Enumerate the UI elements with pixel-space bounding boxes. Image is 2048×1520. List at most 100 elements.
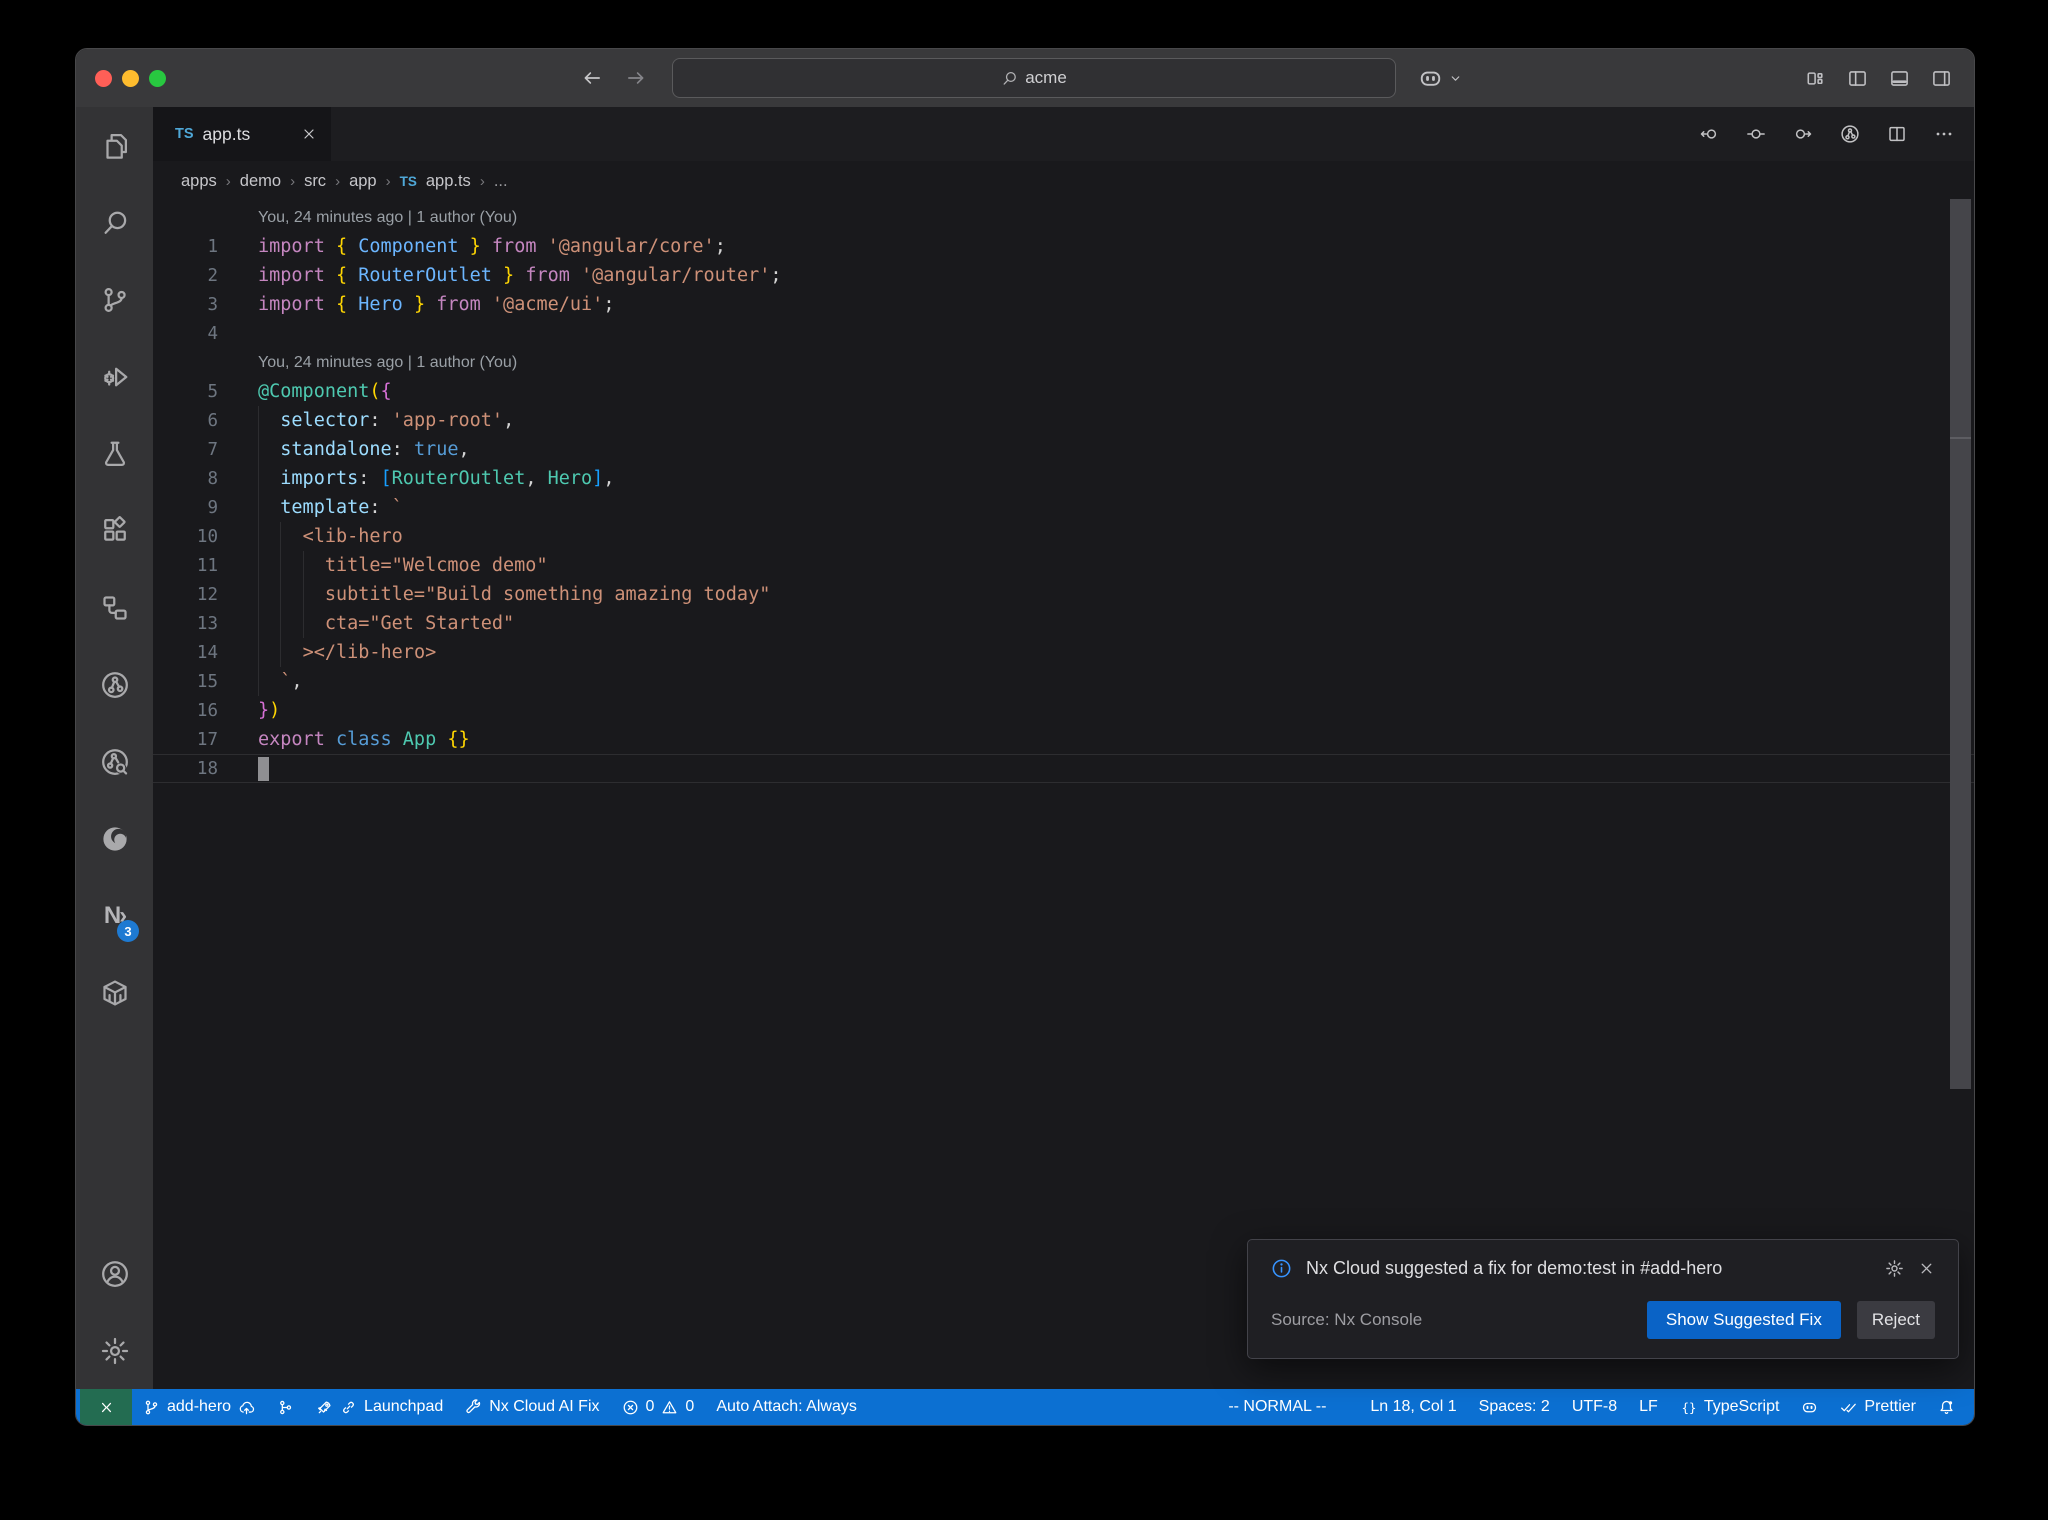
activity-nx-projects[interactable] (76, 646, 153, 723)
rocket-icon (316, 1399, 333, 1416)
activity-settings[interactable] (76, 1312, 153, 1389)
toggle-panel-button-icon[interactable] (1889, 68, 1910, 89)
status-formatter[interactable]: Prettier (1829, 1389, 1927, 1425)
breadcrumb-item-src[interactable]: src (304, 172, 326, 191)
code-line-13[interactable]: 13 cta="Get Started" (153, 609, 1974, 638)
code-line-15[interactable]: 15 `, (153, 667, 1974, 696)
status-remote-indicator[interactable] (80, 1389, 132, 1425)
code-line-11[interactable]: 11 title="Welcmoe demo" (153, 551, 1974, 580)
activity-source-control[interactable] (76, 261, 153, 338)
code-line-18[interactable]: 18 (153, 754, 1974, 783)
search-value: acme (1025, 68, 1067, 87)
status-encoding[interactable]: UTF-8 (1561, 1389, 1628, 1425)
code-editor[interactable]: You, 24 minutes ago | 1 author (You) 1 imp… (153, 201, 1974, 1389)
command-center-search[interactable]: acme (672, 58, 1396, 98)
activity-project-structure[interactable] (76, 569, 153, 646)
status-launchpad[interactable]: Launchpad (305, 1389, 454, 1425)
code-line-2[interactable]: 2 import { RouterOutlet } from '@angular/… (153, 261, 1974, 290)
change-indicator-icon[interactable] (1746, 124, 1766, 144)
bell-dot-icon (1938, 1399, 1955, 1416)
code-line-1[interactable]: 1 import { Component } from '@angular/cor… (153, 232, 1974, 261)
activity-nx-graph-search[interactable] (76, 723, 153, 800)
code-line-8[interactable]: 8 imports: [RouterOutlet, Hero], (153, 464, 1974, 493)
line-number: 17 (196, 729, 218, 750)
status-indentation[interactable]: Spaces: 2 (1468, 1389, 1561, 1425)
breadcrumb-symbol-tail[interactable]: ... (494, 172, 508, 191)
explorer-icon (100, 131, 130, 161)
activity-run-and-debug[interactable] (76, 338, 153, 415)
testing-icon (100, 439, 130, 469)
activity-testing[interactable] (76, 415, 153, 492)
breadcrumb-item-demo[interactable]: demo (240, 172, 281, 191)
activity-extensions[interactable] (76, 492, 153, 569)
breadcrumb-item-file[interactable]: app.ts (426, 172, 471, 191)
close-tab-icon[interactable] (301, 126, 317, 142)
activity-containers[interactable] (76, 954, 153, 1031)
code-line-3[interactable]: 3 import { Hero } from '@acme/ui'; (153, 290, 1974, 319)
minimize-window-button[interactable] (122, 69, 139, 87)
nx-run-target-icon[interactable] (1840, 124, 1860, 144)
code-line-7[interactable]: 7 standalone: true, (153, 435, 1974, 464)
code-line-12[interactable]: 12 subtitle="Build something amazing tod… (153, 580, 1974, 609)
zoom-window-button[interactable] (149, 69, 166, 87)
navigate-back-icon[interactable] (581, 67, 603, 89)
activity-edge-browser[interactable] (76, 800, 153, 877)
reject-button[interactable]: Reject (1856, 1301, 1935, 1339)
chevron-right-icon: › (290, 172, 296, 190)
window-controls (76, 69, 166, 87)
edge-browser-icon (100, 824, 130, 854)
line-number: 15 (196, 671, 218, 692)
code-line-14[interactable]: 14 ></lib-hero> (153, 638, 1974, 667)
more-actions-icon[interactable] (1934, 124, 1954, 144)
toggle-secondary-sidebar-button-icon[interactable] (1931, 68, 1952, 89)
status-git-branch[interactable]: add-hero (132, 1389, 266, 1425)
status-copilot-status[interactable] (1790, 1389, 1829, 1425)
split-editor-icon[interactable] (1887, 124, 1907, 144)
status-problems[interactable]: 00 (611, 1389, 706, 1425)
close-window-button[interactable] (95, 69, 112, 87)
activity-explorer[interactable] (76, 107, 153, 184)
status-cursor-position[interactable]: Ln 18, Col 1 (1359, 1389, 1467, 1425)
code-line-16[interactable]: 16}) (153, 696, 1974, 725)
activity-nx-console[interactable]: N› 3 (76, 877, 153, 954)
code-line-17[interactable]: 17 export class App {} (153, 725, 1974, 754)
indent-guide (258, 667, 259, 696)
status-nx-cloud-ai-fix[interactable]: Nx Cloud AI Fix (454, 1389, 610, 1425)
status-eol[interactable]: LF (1628, 1389, 1669, 1425)
status-notifications[interactable] (1927, 1389, 1966, 1425)
label: -- NORMAL -- (1228, 1398, 1327, 1415)
previous-change-icon[interactable] (1699, 124, 1719, 144)
toggle-primary-sidebar-button-icon[interactable] (1847, 68, 1868, 89)
activity-accounts[interactable] (76, 1235, 153, 1312)
status-vim-mode[interactable]: -- NORMAL -- (1217, 1389, 1337, 1425)
code-line-4[interactable]: 4 (153, 319, 1974, 348)
close-notification-icon[interactable] (1918, 1260, 1935, 1277)
status-language-mode[interactable]: {} TypeScript (1669, 1389, 1791, 1425)
chevron-right-icon: › (225, 172, 231, 190)
code-line-6[interactable]: 6 selector: 'app-root', (153, 406, 1974, 435)
code-line-5[interactable]: 5 @Component({ (153, 377, 1974, 406)
indent-guide (280, 609, 282, 638)
next-change-icon[interactable] (1793, 124, 1813, 144)
status-git-graph[interactable] (266, 1389, 305, 1425)
show-suggested-fix-button[interactable]: Show Suggested Fix (1646, 1301, 1841, 1339)
activity-search[interactable] (76, 184, 153, 261)
scrollbar[interactable] (1950, 199, 1971, 1089)
tab-app-ts[interactable]: TS app.ts (153, 107, 331, 161)
code-line-10[interactable]: 10 <lib-hero (153, 522, 1974, 551)
copilot-icon (1418, 66, 1443, 91)
breadcrumb: apps › demo › src › app › TS app.ts ›... (153, 161, 1974, 201)
customize-layout-button-icon[interactable] (1805, 68, 1826, 89)
label: Nx Cloud AI Fix (489, 1398, 600, 1415)
vim-block-cursor (258, 756, 269, 781)
breadcrumb-item-apps[interactable]: apps (181, 172, 217, 191)
indent-guide (280, 580, 282, 609)
navigate-forward-icon[interactable] (625, 67, 647, 89)
copilot-menu[interactable] (1418, 49, 1463, 107)
status-auto-attach[interactable]: Auto Attach: Always (705, 1389, 868, 1425)
code-line-9[interactable]: 9 template: ` (153, 493, 1974, 522)
indent-guide (258, 406, 259, 435)
breadcrumb-item-app[interactable]: app (349, 172, 377, 191)
editor-actions (1699, 107, 1954, 161)
notification-settings-icon[interactable] (1885, 1259, 1904, 1278)
